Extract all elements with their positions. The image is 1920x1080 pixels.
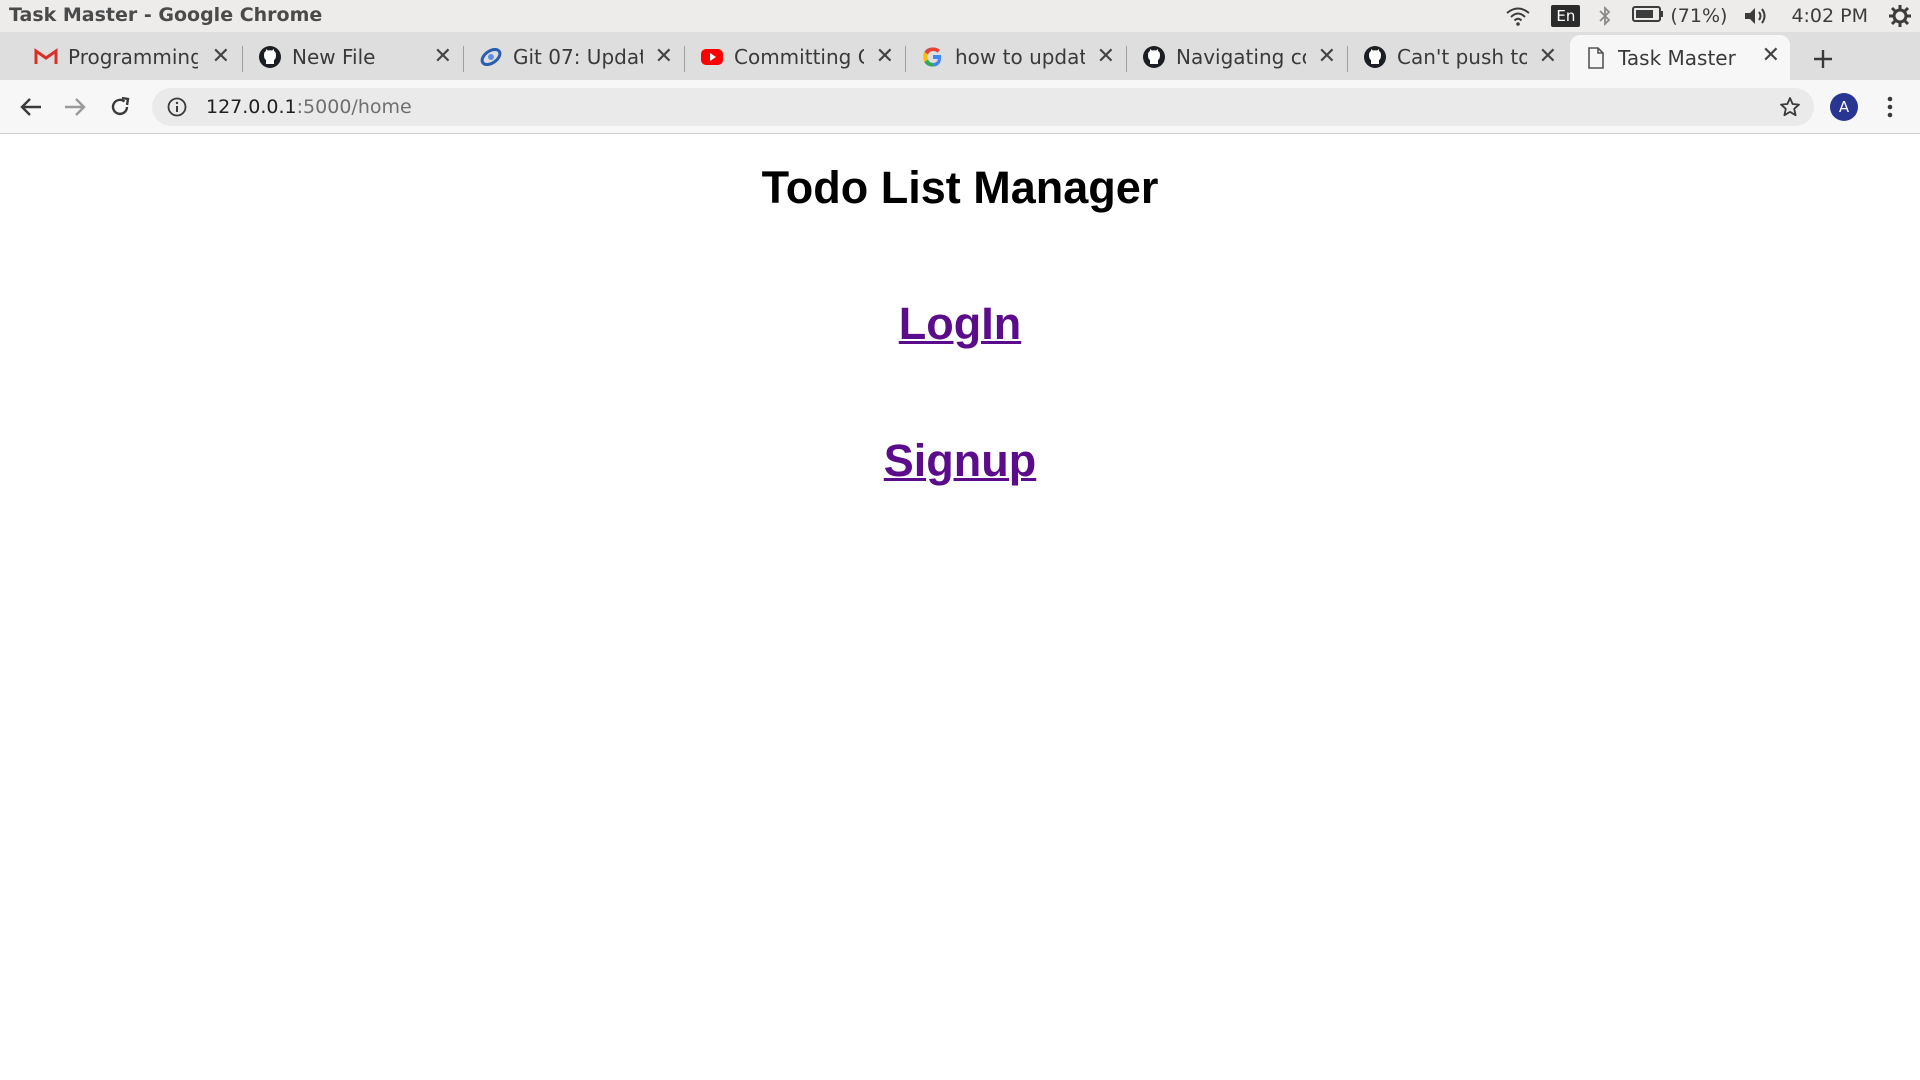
keyboard-language-indicator[interactable]: En [1551,5,1581,27]
tab-label: Programming [68,45,198,69]
volume-icon[interactable] [1743,5,1771,27]
battery-icon [1632,6,1664,26]
reload-button[interactable] [105,92,135,122]
profile-avatar[interactable]: A [1830,93,1858,121]
tab-new-file[interactable]: New File ✕ [244,38,462,76]
url-host: 127.0.0.1 [206,96,297,118]
site-icon [479,45,503,69]
youtube-icon [700,45,724,69]
more-menu-icon[interactable] [1878,94,1902,120]
tab-separator [1126,46,1127,72]
close-tab-icon[interactable]: ✕ [1097,46,1115,68]
page-content: Todo List Manager LogIn Signup [0,134,1920,1080]
tab-cant-push[interactable]: Can't push to ✕ [1349,38,1567,76]
tab-programming[interactable]: Programming ✕ [20,38,240,76]
settings-gear-icon[interactable] [1888,4,1912,28]
tab-label: Committing C [734,45,864,69]
forward-button[interactable] [60,92,90,122]
reload-icon [111,96,130,116]
signup-link[interactable]: Signup [884,435,1036,486]
window-title: Task Master - Google Chrome [9,4,323,26]
tab-committing[interactable]: Committing C ✕ [686,38,904,76]
tab-label: Navigating co [1176,45,1306,69]
gmail-icon [34,45,58,69]
login-heading: LogIn [0,298,1920,350]
battery-percent: (71%) [1670,5,1728,27]
github-icon [1363,45,1387,69]
close-tab-icon[interactable]: ✕ [1762,45,1780,67]
system-tray: En (71%) 4:02 PM [1505,0,1920,32]
tab-separator [242,46,243,72]
close-tab-icon[interactable]: ✕ [655,46,673,68]
tab-navigating[interactable]: Navigating co ✕ [1128,38,1346,76]
info-icon[interactable] [166,96,188,118]
close-tab-icon[interactable]: ✕ [1539,46,1557,68]
arrow-right-icon [65,98,86,116]
close-tab-icon[interactable]: ✕ [212,46,230,68]
plus-icon [1814,50,1832,68]
google-icon [921,45,945,69]
close-tab-icon[interactable]: ✕ [434,46,452,68]
back-button[interactable] [16,92,46,122]
battery-indicator[interactable]: (71%) [1632,5,1727,27]
tab-task-master[interactable]: Task Master ✕ [1570,35,1790,80]
tab-separator [684,46,685,72]
browser-toolbar: 127.0.0.1:5000/home A [0,80,1920,134]
close-tab-icon[interactable]: ✕ [1318,46,1336,68]
signup-heading: Signup [0,435,1920,487]
bluetooth-icon[interactable] [1598,5,1612,27]
tab-separator [463,46,464,72]
address-bar[interactable]: 127.0.0.1:5000/home [152,88,1814,126]
os-top-bar: Task Master - Google Chrome En (71%) 4:0… [0,0,1920,32]
close-tab-icon[interactable]: ✕ [876,46,894,68]
tab-label: Can't push to [1397,45,1527,69]
github-icon [1142,45,1166,69]
tab-label: Task Master [1618,45,1736,70]
tab-separator [1347,46,1348,72]
tab-label: how to updat [955,45,1085,69]
url-path: :5000/home [296,96,412,118]
tab-git-07[interactable]: Git 07: Updati ✕ [465,38,683,76]
page-title: Todo List Manager [761,162,1159,213]
tab-strip: Programming ✕ New File ✕ Git 07: Updati … [0,32,1920,80]
bookmark-star-icon[interactable] [1778,95,1802,119]
login-link[interactable]: LogIn [899,298,1021,349]
tab-how-to-update[interactable]: how to updat ✕ [907,38,1125,76]
arrow-left-icon [20,98,41,116]
tab-label: New File [292,45,376,69]
tab-label: Git 07: Updati [513,45,643,69]
clock[interactable]: 4:02 PM [1791,5,1868,27]
github-icon [258,45,282,69]
wifi-icon[interactable] [1505,6,1531,26]
page-icon [1584,46,1608,70]
new-tab-button[interactable] [1806,42,1840,76]
tab-separator [905,46,906,72]
